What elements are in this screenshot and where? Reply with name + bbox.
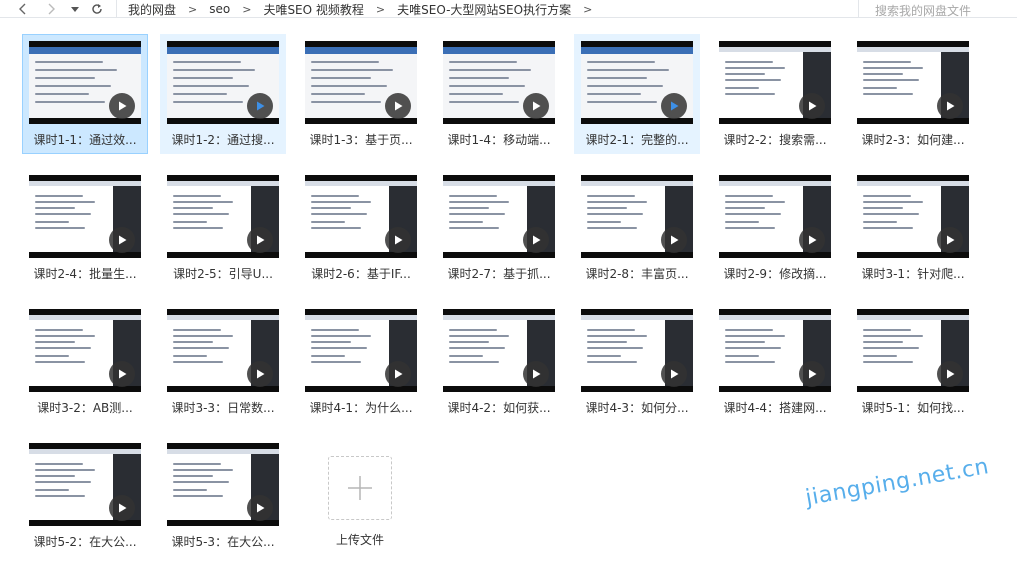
file-item[interactable]: 课时2-7：基于抓...: [436, 168, 562, 288]
video-thumbnail: [443, 41, 555, 124]
file-item[interactable]: 课时5-2：在大公...: [22, 436, 148, 556]
file-name: 课时5-3：在大公...: [171, 535, 275, 549]
file-name: 课时2-6：基于IF...: [311, 267, 411, 281]
video-thumbnail: [167, 41, 279, 124]
file-name: 课时2-9：修改摘...: [723, 267, 827, 281]
play-icon: [523, 93, 549, 119]
file-item[interactable]: 课时3-1：针对爬...: [850, 168, 976, 288]
file-item[interactable]: 课时2-5：引导U...: [160, 168, 286, 288]
file-item[interactable]: 课时4-3：如何分...: [574, 302, 700, 422]
file-name: 课时1-3：基于页...: [309, 133, 413, 147]
play-icon: [385, 227, 411, 253]
video-thumbnail: [443, 175, 555, 258]
video-thumbnail: [581, 41, 693, 124]
file-item[interactable]: 课时2-6：基于IF...: [298, 168, 424, 288]
file-name: 课时2-2：搜索需...: [723, 133, 827, 147]
file-name: 课时1-1：通过效...: [33, 133, 137, 147]
file-name: 课时3-3：日常数...: [171, 401, 275, 415]
video-thumbnail: [857, 175, 969, 258]
upload-button[interactable]: [328, 456, 392, 520]
plus-icon: [348, 476, 372, 500]
file-item[interactable]: 课时2-4：批量生...: [22, 168, 148, 288]
upload-label: 上传文件: [335, 533, 384, 547]
play-icon: [247, 93, 273, 119]
video-thumbnail: [719, 41, 831, 124]
video-thumbnail: [29, 41, 141, 124]
play-icon: [385, 361, 411, 387]
file-name: 课时2-3：如何建...: [861, 133, 965, 147]
file-item[interactable]: 课时4-1：为什么...: [298, 302, 424, 422]
file-item[interactable]: 课时1-3：基于页...: [298, 34, 424, 154]
file-name: 课时1-2：通过搜...: [171, 133, 275, 147]
play-icon: [247, 227, 273, 253]
file-item[interactable]: 课时2-1：完整的...: [574, 34, 700, 154]
play-icon: [799, 93, 825, 119]
video-thumbnail: [581, 175, 693, 258]
file-item[interactable]: 课时1-1：通过效...: [22, 34, 148, 154]
file-item[interactable]: 课时2-3：如何建...: [850, 34, 976, 154]
file-item[interactable]: 课时2-2：搜索需...: [712, 34, 838, 154]
file-name: 课时2-4：批量生...: [33, 267, 137, 281]
video-thumbnail: [167, 175, 279, 258]
video-thumbnail: [305, 309, 417, 392]
video-thumbnail: [581, 309, 693, 392]
video-thumbnail: [29, 309, 141, 392]
file-item[interactable]: 课时1-2：通过搜...: [160, 34, 286, 154]
play-icon: [799, 361, 825, 387]
video-thumbnail: [443, 309, 555, 392]
file-name: 课时1-4：移动端...: [447, 133, 551, 147]
video-thumbnail: [719, 175, 831, 258]
file-name: 课时4-2：如何获...: [447, 401, 551, 415]
play-icon: [937, 93, 963, 119]
file-name: 课时3-2：AB测...: [37, 401, 133, 415]
video-thumbnail: [167, 309, 279, 392]
play-icon: [661, 361, 687, 387]
play-icon: [109, 93, 135, 119]
video-thumbnail: [857, 309, 969, 392]
file-name: 课时2-5：引导U...: [173, 267, 273, 281]
file-name: 课时4-4：搭建网...: [723, 401, 827, 415]
file-name: 课时5-1：如何找...: [861, 401, 965, 415]
play-icon: [247, 361, 273, 387]
file-item[interactable]: 课时3-2：AB测...: [22, 302, 148, 422]
play-icon: [109, 495, 135, 521]
video-thumbnail: [305, 41, 417, 124]
file-item[interactable]: 课时5-1：如何找...: [850, 302, 976, 422]
file-item[interactable]: 课时4-4：搭建网...: [712, 302, 838, 422]
video-thumbnail: [167, 443, 279, 526]
file-item[interactable]: 课时2-9：修改摘...: [712, 168, 838, 288]
file-name: 课时2-7：基于抓...: [447, 267, 551, 281]
video-thumbnail: [857, 41, 969, 124]
file-name: 课时4-1：为什么...: [309, 401, 413, 415]
file-name: 课时4-3：如何分...: [585, 401, 689, 415]
video-thumbnail: [29, 175, 141, 258]
play-icon: [109, 361, 135, 387]
file-name: 课时2-1：完整的...: [585, 133, 689, 147]
file-item[interactable]: 课时5-3：在大公...: [160, 436, 286, 556]
play-icon: [247, 495, 273, 521]
play-icon: [385, 93, 411, 119]
play-icon: [661, 93, 687, 119]
play-icon: [799, 227, 825, 253]
file-item[interactable]: 课时4-2：如何获...: [436, 302, 562, 422]
play-icon: [523, 361, 549, 387]
file-item[interactable]: 课时3-3：日常数...: [160, 302, 286, 422]
file-item[interactable]: 课时1-4：移动端...: [436, 34, 562, 154]
play-icon: [661, 227, 687, 253]
play-icon: [937, 361, 963, 387]
video-thumbnail: [29, 443, 141, 526]
play-icon: [523, 227, 549, 253]
file-name: 课时2-8：丰富页...: [585, 267, 689, 281]
file-name: 课时5-2：在大公...: [33, 535, 137, 549]
play-icon: [109, 227, 135, 253]
video-thumbnail: [305, 175, 417, 258]
video-thumbnail: [719, 309, 831, 392]
file-item[interactable]: 课时2-8：丰富页...: [574, 168, 700, 288]
file-name: 课时3-1：针对爬...: [861, 267, 965, 281]
play-icon: [937, 227, 963, 253]
